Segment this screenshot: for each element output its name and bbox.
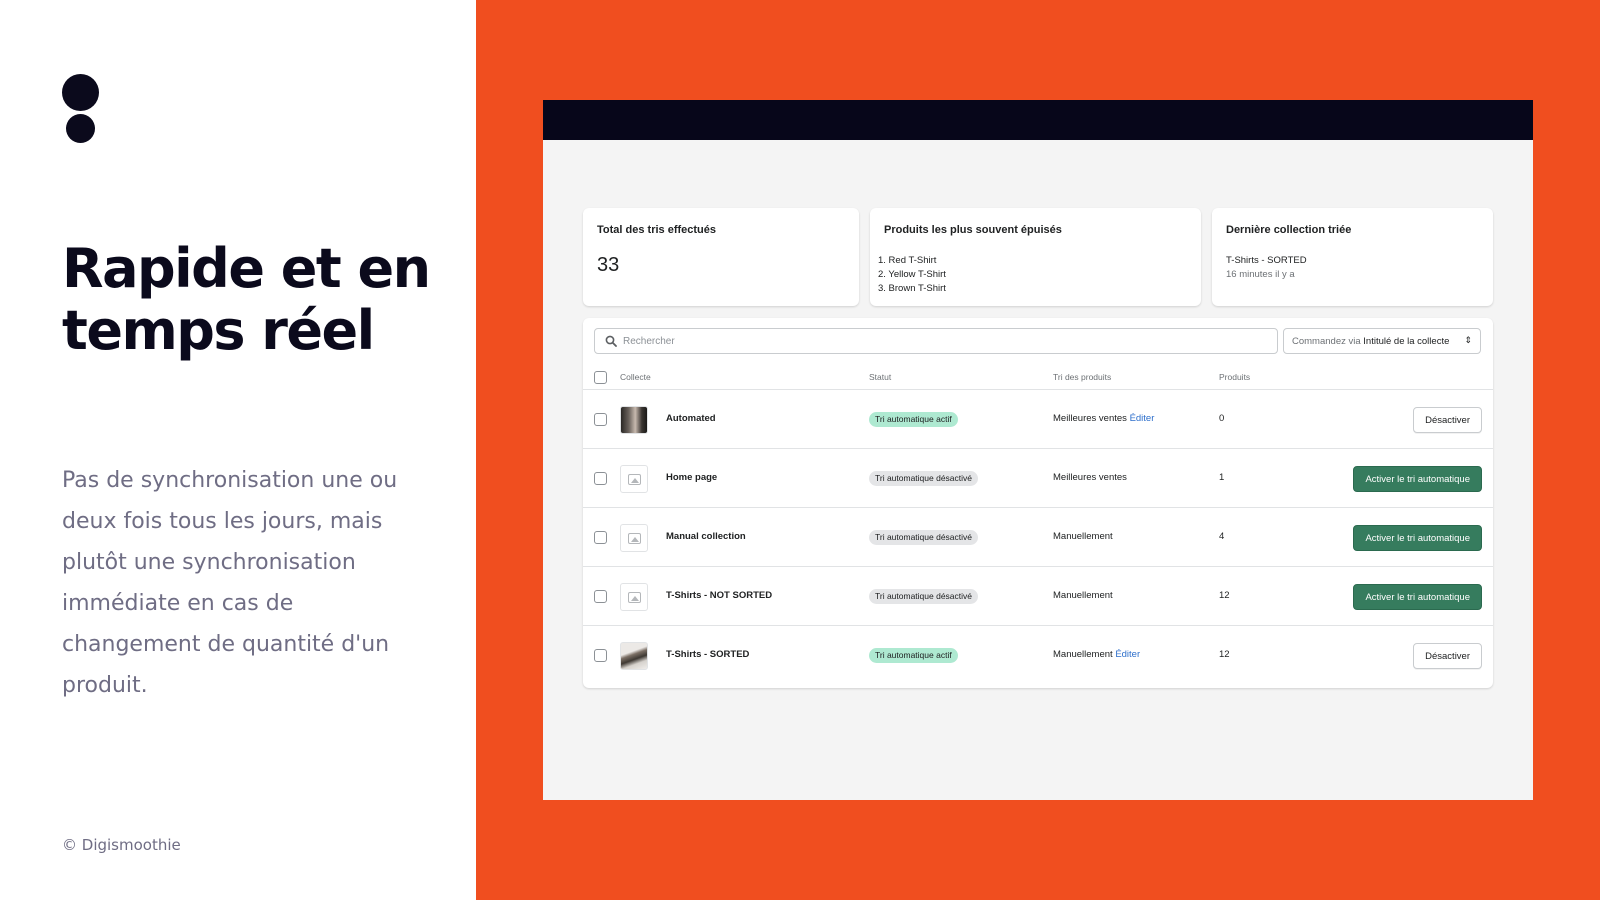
edit-link[interactable]: Éditer: [1115, 649, 1140, 660]
collection-thumbnail: [620, 524, 648, 552]
stat-card-last-sorted: Dernière collection triée T-Shirts - SOR…: [1212, 208, 1493, 306]
list-item: 3. Brown T-Shirt: [878, 283, 946, 294]
collection-thumbnail: [620, 642, 648, 670]
stat-card-total: Total des tris effectués 33: [583, 208, 859, 306]
collection-name[interactable]: Automated: [666, 413, 716, 424]
image-placeholder-icon: [628, 533, 641, 544]
window-titlebar: [543, 100, 1533, 140]
sort-select[interactable]: Commandez via Intitulé de la collecte ⇕: [1283, 328, 1481, 354]
row-checkbox[interactable]: [594, 413, 607, 426]
header-collection: Collecte: [620, 372, 651, 382]
collection-name[interactable]: Home page: [666, 472, 717, 483]
collection-thumbnail: [620, 465, 648, 493]
image-placeholder-icon: [628, 474, 641, 485]
collection-thumbnail: [620, 583, 648, 611]
body-text: Pas de synchronisation une ou deux fois …: [62, 468, 398, 698]
collection-name[interactable]: T-Shirts - SORTED: [666, 649, 749, 660]
sorting-cell: Meilleures ventes: [1053, 472, 1127, 483]
collection-name[interactable]: T-Shirts - NOT SORTED: [666, 590, 772, 601]
deactivate-button[interactable]: Désactiver: [1413, 643, 1482, 669]
sort-select-prefix: Commandez via: [1292, 336, 1361, 347]
last-collection-time: 16 minutes il y a: [1226, 269, 1295, 280]
table-row: Manual collection Tri automatique désact…: [583, 508, 1493, 567]
status-badge: Tri automatique désactivé: [869, 530, 979, 545]
sorting-value: Manuellement: [1053, 531, 1113, 542]
table-row: Automated Tri automatique actif Meilleur…: [583, 390, 1493, 449]
status-badge: Tri automatique actif: [869, 648, 958, 663]
sorting-value: Meilleures ventes: [1053, 472, 1127, 483]
image-placeholder-icon: [628, 592, 641, 603]
sorting-cell: Manuellement: [1053, 590, 1113, 601]
collection-thumbnail: [620, 406, 648, 434]
stat-title: Dernière collection triée: [1226, 224, 1352, 236]
table-header: Collecte Statut Tri des produits Produit…: [583, 364, 1493, 390]
sorting-cell: Meilleures ventes Éditer: [1053, 413, 1154, 424]
row-checkbox[interactable]: [594, 590, 607, 603]
table-row: T-Shirts - SORTED Tri automatique actif …: [583, 626, 1493, 685]
header-products: Produits: [1219, 372, 1251, 382]
edit-link[interactable]: Éditer: [1130, 413, 1155, 424]
row-checkbox[interactable]: [594, 531, 607, 544]
sorting-cell: Manuellement Éditer: [1053, 649, 1140, 660]
product-count: 12: [1219, 649, 1230, 660]
sorting-value: Manuellement: [1053, 649, 1113, 660]
row-checkbox[interactable]: [594, 649, 607, 662]
product-count: 12: [1219, 590, 1230, 601]
table-row: T-Shirts - NOT SORTED Tri automatique dé…: [583, 567, 1493, 626]
status-badge: Tri automatique désactivé: [869, 471, 979, 486]
search-icon: [605, 335, 617, 347]
stat-value: 33: [597, 254, 620, 276]
sorting-value: Manuellement: [1053, 590, 1113, 601]
table-row: Home page Tri automatique désactivé Meil…: [583, 449, 1493, 508]
status-badge: Tri automatique actif: [869, 412, 958, 427]
list-item: 2. Yellow T-Shirt: [878, 269, 946, 280]
stat-card-sold-out: Produits les plus souvent épuisés 1. Red…: [870, 208, 1201, 306]
slide-text-panel: Rapide et en temps réel Pas de synchroni…: [0, 0, 476, 900]
headline: Rapide et en temps réel: [62, 237, 431, 362]
search-placeholder: Rechercher: [623, 336, 675, 347]
search-input[interactable]: Rechercher: [594, 328, 1278, 354]
digismoothie-logo-icon: [62, 74, 100, 144]
sorting-cell: Manuellement: [1053, 531, 1113, 542]
header-status: Statut: [869, 372, 892, 382]
select-all-checkbox[interactable]: [594, 371, 607, 384]
sort-select-value: Intitulé de la collecte: [1363, 336, 1450, 347]
last-collection-name: T-Shirts - SORTED: [1226, 255, 1307, 266]
stat-title: Total des tris effectués: [597, 224, 716, 236]
header-sorting: Tri des produits: [1053, 372, 1112, 382]
status-badge: Tri automatique désactivé: [869, 589, 979, 604]
deactivate-button[interactable]: Désactiver: [1413, 407, 1482, 433]
stat-title: Produits les plus souvent épuisés: [884, 224, 1062, 236]
list-item: 1. Red T-Shirt: [878, 255, 937, 266]
product-count: 0: [1219, 413, 1225, 424]
app-window: Total des tris effectués 33 Produits les…: [543, 100, 1533, 800]
product-count: 1: [1219, 472, 1225, 483]
collection-name[interactable]: Manual collection: [666, 531, 746, 542]
activate-sorting-button[interactable]: Activer le tri automatique: [1353, 466, 1482, 492]
row-checkbox[interactable]: [594, 472, 607, 485]
copyright: © Digismoothie: [62, 836, 181, 854]
sorting-value: Meilleures ventes: [1053, 413, 1127, 424]
product-count: 4: [1219, 531, 1225, 542]
select-arrows-icon: ⇕: [1464, 335, 1472, 345]
activate-sorting-button[interactable]: Activer le tri automatique: [1353, 525, 1482, 551]
activate-sorting-button[interactable]: Activer le tri automatique: [1353, 584, 1482, 610]
collections-table: Rechercher Commandez via Intitulé de la …: [583, 318, 1493, 688]
